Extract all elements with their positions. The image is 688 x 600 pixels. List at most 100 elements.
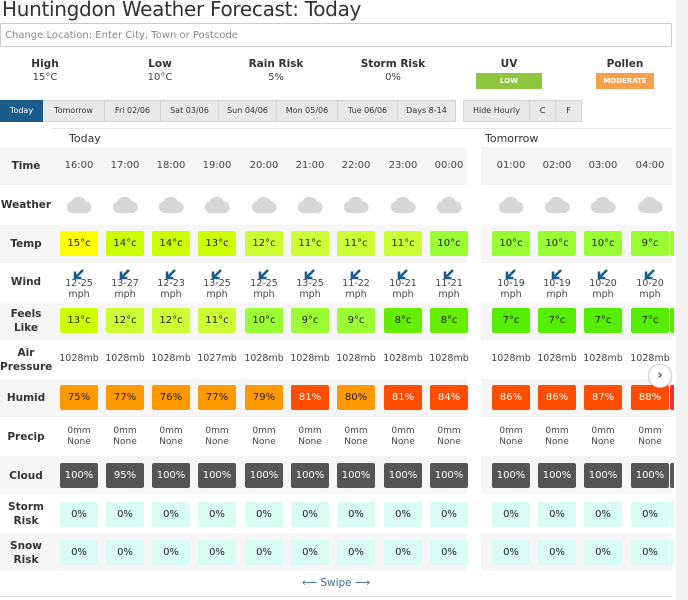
precip-type: None xyxy=(638,437,662,447)
precip-value: 0mm None xyxy=(488,426,534,448)
wind-direction-icon xyxy=(304,265,316,280)
hour-time: 16:00 xyxy=(64,160,94,171)
storm-risk-cell: 0% xyxy=(245,502,283,527)
hour-time: 02:00 xyxy=(542,160,572,171)
summary-pollen: Pollen MODERATE xyxy=(580,57,670,89)
arrow-left-icon: ⟵ xyxy=(301,577,317,589)
precip-amount: 0mm xyxy=(205,426,229,436)
cloudy-icon xyxy=(589,195,617,213)
wind-speed: 11-21 mph xyxy=(426,278,472,300)
summary-rain-label: Rain Risk xyxy=(248,58,304,70)
wind-unit: mph xyxy=(206,289,228,300)
tab-today[interactable]: Today xyxy=(0,100,43,122)
snow-risk-cell: 0% xyxy=(60,540,98,565)
precip-value: 0mm None xyxy=(426,426,472,448)
wind-direction-icon xyxy=(505,265,517,280)
cloudy-icon xyxy=(636,195,664,213)
tab-sat[interactable]: Sat 03/06 xyxy=(161,100,219,122)
wind-unit: mph xyxy=(438,289,460,300)
day-header-tomorrow: Tomorrow xyxy=(485,132,539,145)
page-title: Huntingdon Weather Forecast: Today xyxy=(2,0,362,21)
cloud-cover-cell: 100% xyxy=(631,463,669,488)
cloudy-icon xyxy=(543,195,571,213)
feels-like-cell: 12°c xyxy=(106,308,144,333)
tab-tomorrow[interactable]: Tomorrow xyxy=(43,100,105,122)
partial-next-cell xyxy=(670,231,674,256)
wind-direction-icon xyxy=(211,265,223,280)
humidity-cell: 86% xyxy=(538,385,576,410)
location-search-input[interactable] xyxy=(0,23,672,47)
wind-unit: mph xyxy=(299,289,321,300)
wind-range: 13-25 xyxy=(203,278,231,289)
humidity-cell: 88% xyxy=(631,385,669,410)
precip-amount: 0mm xyxy=(391,426,415,436)
wind-direction-icon xyxy=(350,265,362,280)
precip-amount: 0mm xyxy=(67,426,91,436)
precip-type: None xyxy=(545,437,569,447)
hide-hourly-button[interactable]: Hide Hourly xyxy=(463,100,530,122)
hour-time: 03:00 xyxy=(588,160,618,171)
pressure-value: 1028mb xyxy=(583,353,623,364)
wind-unit: mph xyxy=(639,289,661,300)
hour-time: 20:00 xyxy=(249,160,279,171)
wind-speed: 10-21 mph xyxy=(380,278,426,300)
humidity-cell: 76% xyxy=(152,385,190,410)
precip-amount: 0mm xyxy=(591,426,615,436)
wind-range: 11-22 xyxy=(342,278,370,289)
tab-fri[interactable]: Fri 02/06 xyxy=(105,100,161,122)
cloud-cover-cell: 100% xyxy=(291,463,329,488)
precip-type: None xyxy=(437,437,461,447)
wind-direction-icon xyxy=(397,265,409,280)
partial-next-cell xyxy=(670,463,674,488)
feels-like-cell: 10°c xyxy=(245,308,283,333)
tab-sun[interactable]: Sun 04/06 xyxy=(219,100,277,122)
wind-unit: mph xyxy=(68,289,90,300)
row-label-air-pressure: Air Pressure xyxy=(0,346,52,374)
cloudy-icon xyxy=(497,195,525,213)
feels-like-cell: 8°c xyxy=(384,308,422,333)
precip-value: 0mm None xyxy=(287,426,333,448)
precip-type: None xyxy=(344,437,368,447)
feels-like-cell: 7°c xyxy=(631,308,669,333)
summary-high-value: 15°C xyxy=(32,72,58,83)
feels-like-cell: 11°c xyxy=(198,308,236,333)
pressure-value: 1028mb xyxy=(151,353,191,364)
cloudy-icon xyxy=(342,195,370,213)
precip-type: None xyxy=(499,437,523,447)
divider xyxy=(52,128,672,129)
precip-value: 0mm None xyxy=(194,426,240,448)
hour-time: 17:00 xyxy=(110,160,140,171)
partial-next-cell xyxy=(670,308,674,333)
wind-direction-icon xyxy=(443,265,455,280)
wind-speed: 13-25 mph xyxy=(287,278,333,300)
humidity-cell: 81% xyxy=(384,385,422,410)
row-label-snow-line2: Risk xyxy=(13,554,39,566)
celsius-button[interactable]: C xyxy=(530,100,556,122)
summary-low-label: Low xyxy=(148,58,172,70)
pressure-value: 1027mb xyxy=(197,353,237,364)
row-label-feels-line1: Feels xyxy=(10,308,42,320)
pressure-value: 1028mb xyxy=(244,353,284,364)
feels-like-cell: 9°c xyxy=(337,308,375,333)
wind-speed: 13-25 mph xyxy=(194,278,240,300)
wind-speed: 13-27 mph xyxy=(102,278,148,300)
scroll-right-button[interactable]: › xyxy=(648,364,672,388)
fahrenheit-button[interactable]: F xyxy=(556,100,582,122)
wind-direction-icon xyxy=(165,265,177,280)
tab-mon[interactable]: Mon 05/06 xyxy=(277,100,338,122)
wind-direction-icon xyxy=(551,265,563,280)
tab-tue[interactable]: Tue 06/06 xyxy=(338,100,398,122)
cloud-cover-cell: 100% xyxy=(198,463,236,488)
storm-risk-cell: 0% xyxy=(492,502,530,527)
pollen-badge: MODERATE xyxy=(596,73,654,89)
cloud-cover-cell: 100% xyxy=(430,463,468,488)
cloud-cover-cell: 100% xyxy=(384,463,422,488)
precip-value: 0mm None xyxy=(56,426,102,448)
row-label-air-line1: Air xyxy=(17,347,35,359)
storm-risk-cell: 0% xyxy=(198,502,236,527)
summary-uv: UV LOW xyxy=(464,57,554,89)
wind-unit: mph xyxy=(114,289,136,300)
precip-amount: 0mm xyxy=(113,426,137,436)
tab-days-8-14[interactable]: Days 8-14 xyxy=(398,100,456,122)
cloudy-icon xyxy=(389,195,417,213)
